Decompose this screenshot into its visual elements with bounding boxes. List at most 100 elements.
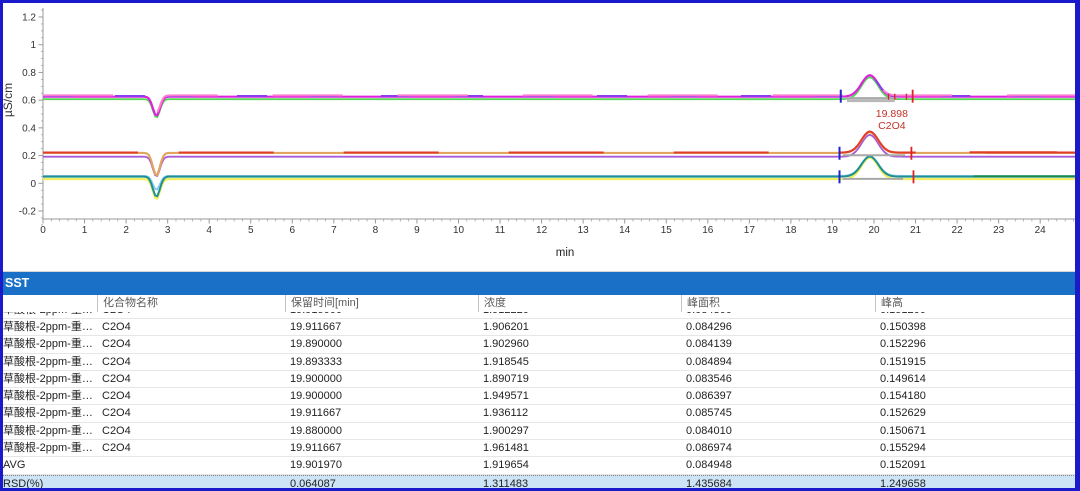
table-cell: 草酸根-2ppm-重复... — [2, 423, 97, 440]
x-tick-label: 4 — [206, 225, 212, 236]
column-header-峰面积[interactable]: 峰面积 — [681, 295, 875, 312]
trace-injection-pink — [43, 76, 1076, 112]
table-cell: 0.084300 — [681, 312, 875, 319]
x-tick-label: 7 — [331, 225, 337, 236]
x-tick-label: 24 — [1035, 225, 1047, 236]
table-cell: 0.084139 — [681, 336, 875, 353]
table-cell: 19.890000 — [285, 336, 478, 353]
x-tick-label: 6 — [290, 225, 296, 236]
x-tick-label: 16 — [702, 225, 714, 236]
table-cell: 0.064087 — [285, 476, 478, 491]
table-cell: 1.949571 — [478, 388, 681, 405]
table-cell: 1.902960 — [478, 336, 681, 353]
y-tick-label: 1.2 — [22, 13, 36, 24]
x-tick-label: 18 — [785, 225, 797, 236]
table-cell: C2O4 — [97, 319, 285, 336]
y-tick-label: 0.4 — [22, 123, 36, 134]
x-tick-label: 8 — [373, 225, 379, 236]
table-cell: 0.152091 — [875, 457, 1078, 474]
table-cell: C2O4 — [97, 371, 285, 388]
trace-injection-tan — [43, 132, 1076, 175]
trace-injection-teal — [43, 156, 1076, 196]
x-tick-label: 2 — [123, 225, 129, 236]
table-cell: 0.086397 — [681, 388, 875, 405]
table-cell: C2O4 — [97, 388, 285, 405]
table-row-injection-6[interactable]: 草酸根-2ppm-重复...C2O419.9116671.9361120.085… — [0, 405, 1080, 422]
table-row-injection-7[interactable]: 草酸根-2ppm-重复...C2O419.8800001.9002970.084… — [0, 423, 1080, 440]
column-header-sample[interactable] — [2, 295, 97, 312]
table-cell: 19.915000 — [285, 312, 478, 319]
table-row-injection-5[interactable]: 草酸根-2ppm-重复...C2O419.9000001.9495710.086… — [0, 388, 1080, 405]
table-cell: 0.084010 — [681, 423, 875, 440]
table-cell: 0.150671 — [875, 423, 1078, 440]
column-header-浓度[interactable]: 浓度 — [478, 295, 681, 312]
table-row-injection-1[interactable]: 草酸根-2ppm-重复...C2O419.9116671.9062010.084… — [0, 319, 1080, 336]
table-header-row: 化合物名称保留时间[min]浓度峰面积峰高 — [0, 295, 1080, 313]
x-tick-label: 13 — [578, 225, 590, 236]
table-cell: 草酸根-2ppm-重复... — [2, 405, 97, 422]
table-cell: 草酸根-2ppm-重复... — [2, 319, 97, 336]
x-tick-label: 1 — [82, 225, 88, 236]
table-cell: 1.961481 — [478, 440, 681, 457]
table-cell: 草酸根-2ppm-重复... — [2, 440, 97, 457]
x-tick-label: 14 — [619, 225, 631, 236]
y-tick-label: 0.6 — [22, 96, 36, 107]
sst-panel-titlebar: SST — [0, 272, 1080, 295]
table-cell: 0.150398 — [875, 319, 1078, 336]
table-cell: 1.906201 — [478, 319, 681, 336]
table-rows-area: 草酸根-2ppm-重复...C2O419.9116671.9062010.084… — [0, 319, 1080, 491]
table-cell: 草酸根-2ppm-重复... — [2, 371, 97, 388]
x-tick-label: 0 — [40, 225, 46, 236]
table-row-injection-4[interactable]: 草酸根-2ppm-重复...C2O419.9000001.8907190.083… — [0, 371, 1080, 388]
x-tick-label: 15 — [661, 225, 673, 236]
chromatogram-chart[interactable]: 0123456789101112131415161718192021222324… — [0, 0, 1080, 272]
table-row-injection-2[interactable]: 草酸根-2ppm-重复...C2O419.8900001.9029600.084… — [0, 336, 1080, 353]
peak-compound-label: C2O4 — [878, 120, 906, 132]
table-cell: 1.311483 — [478, 476, 681, 491]
peak-retention-time-label: 19.898 — [876, 108, 908, 120]
table-cell: 0.149614 — [875, 371, 1078, 388]
y-tick-label: 0 — [30, 179, 36, 190]
table-row-injection-3[interactable]: 草酸根-2ppm-重复...C2O419.8933331.9185450.084… — [0, 354, 1080, 371]
x-tick-label: 12 — [536, 225, 548, 236]
table-cell: 19.900000 — [285, 371, 478, 388]
column-header-峰高[interactable]: 峰高 — [875, 295, 1078, 312]
trace-injection-lightblue — [43, 156, 1076, 189]
x-tick-label: 19 — [827, 225, 839, 236]
x-tick-label: 10 — [453, 225, 465, 236]
x-axis-title: min — [556, 247, 575, 259]
table-cell: 1.919654 — [478, 457, 681, 474]
table-cell: RSD(%) — [2, 476, 97, 491]
table-row-avg[interactable]: AVG19.9019701.9196540.0849480.152091 — [0, 457, 1080, 474]
sst-panel-title: SST — [5, 276, 29, 290]
table-cell: C2O4 — [97, 354, 285, 371]
table-cell: 草酸根-2ppm-重复... — [2, 336, 97, 353]
table-cell: 19.880000 — [285, 423, 478, 440]
y-axis-title: µS/cm — [1, 83, 15, 117]
table-cell: 19.911667 — [285, 440, 478, 457]
table-cell: 0.151915 — [875, 354, 1078, 371]
y-tick-label: 0.8 — [22, 68, 36, 79]
table-cell: 19.893333 — [285, 354, 478, 371]
x-tick-label: 5 — [248, 225, 254, 236]
table-cell: 1.918545 — [478, 354, 681, 371]
table-cell: 0.154180 — [875, 388, 1078, 405]
chromatogram-panel[interactable]: 0123456789101112131415161718192021222324… — [0, 0, 1080, 272]
x-tick-label: 9 — [414, 225, 420, 236]
table-cell — [97, 457, 285, 474]
table-cell: 0.152296 — [875, 336, 1078, 353]
x-tick-label: 17 — [744, 225, 756, 236]
table-cell: C2O4 — [97, 312, 285, 319]
column-header-化合物名称[interactable]: 化合物名称 — [97, 295, 285, 312]
sst-results-panel: SST 化合物名称保留时间[min]浓度峰面积峰高 草酸根-2ppm-重复...… — [0, 272, 1080, 491]
table-cell: 19.911667 — [285, 319, 478, 336]
table-cell: 0.151200 — [875, 312, 1078, 319]
column-header-保留时间[min][interactable]: 保留时间[min] — [285, 295, 478, 312]
table-cell: 19.901970 — [285, 457, 478, 474]
trace-injection-yellow — [43, 158, 1076, 199]
table-row-injection-8[interactable]: 草酸根-2ppm-重复...C2O419.9116671.9614810.086… — [0, 440, 1080, 457]
table-cell: 1.900297 — [478, 423, 681, 440]
table-cell: C2O4 — [97, 423, 285, 440]
table-cell: 草酸根-2ppm-重复... — [2, 312, 97, 319]
table-row-rsd[interactable]: RSD(%)0.0640871.3114831.4356841.249658 — [0, 475, 1080, 491]
